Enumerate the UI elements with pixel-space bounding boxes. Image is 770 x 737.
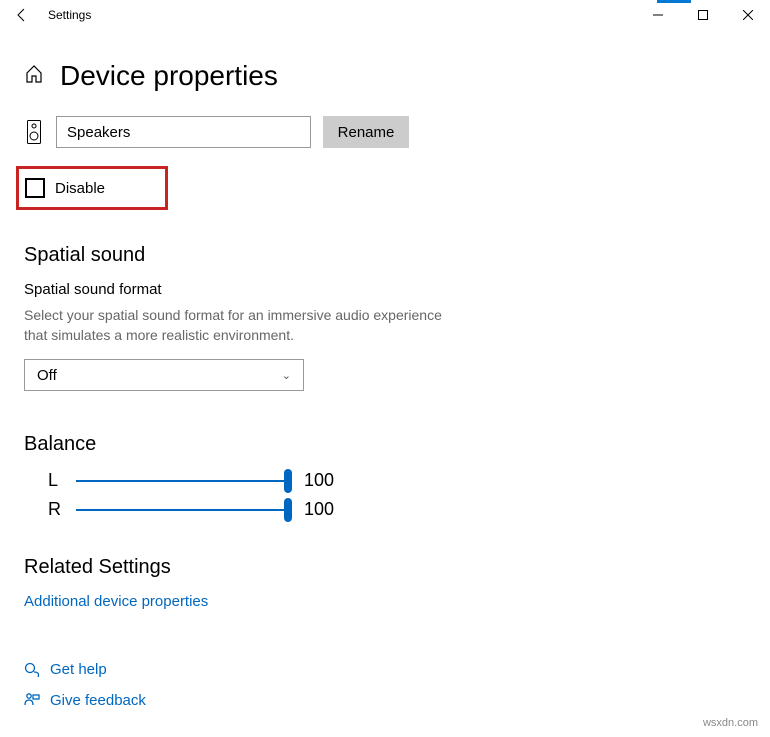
footer-links: Get help Give feedback (24, 661, 146, 723)
balance-right-row: R 100 (24, 499, 746, 520)
minimize-button[interactable] (635, 0, 680, 30)
balance-heading: Balance (24, 433, 746, 456)
speaker-icon (24, 118, 44, 146)
balance-left-label: L (48, 470, 60, 491)
close-button[interactable] (725, 0, 770, 30)
spatial-sound-description: Select your spatial sound format for an … (24, 306, 464, 345)
disable-label: Disable (55, 180, 105, 197)
slider-thumb[interactable] (284, 498, 292, 522)
balance-right-value: 100 (304, 499, 334, 520)
slider-thumb[interactable] (284, 469, 292, 493)
arrow-left-icon (14, 7, 30, 23)
device-row: Rename (24, 116, 746, 148)
close-icon (743, 10, 753, 20)
help-icon (24, 662, 40, 678)
watermark: wsxdn.com (703, 717, 758, 729)
chevron-down-icon: ⌄ (282, 369, 291, 382)
balance-right-label: R (48, 499, 60, 520)
minimize-icon (653, 10, 663, 20)
spatial-sound-subhead: Spatial sound format (24, 281, 746, 298)
back-button[interactable] (0, 0, 44, 30)
home-icon[interactable] (24, 64, 44, 89)
page-title: Device properties (60, 60, 278, 92)
maximize-icon (698, 10, 708, 20)
spatial-sound-select[interactable]: Off ⌄ (24, 359, 304, 391)
balance-left-row: L 100 (24, 470, 746, 491)
rename-button[interactable]: Rename (323, 116, 409, 148)
balance-right-slider[interactable] (76, 509, 288, 511)
related-settings: Related Settings Additional device prope… (24, 556, 746, 610)
related-heading: Related Settings (24, 556, 746, 579)
get-help-link[interactable]: Get help (24, 661, 146, 678)
maximize-button[interactable] (680, 0, 725, 30)
spatial-sound-selected: Off (37, 367, 57, 384)
page-header: Device properties (0, 30, 770, 116)
device-name-input[interactable] (56, 116, 311, 148)
feedback-icon (24, 693, 40, 709)
balance-left-value: 100 (304, 470, 334, 491)
titlebar: Settings (0, 0, 770, 30)
window-title: Settings (44, 8, 91, 22)
disable-checkbox[interactable] (25, 178, 45, 198)
additional-device-properties-link[interactable]: Additional device properties (24, 593, 746, 610)
give-feedback-link[interactable]: Give feedback (24, 692, 146, 709)
disable-highlight: Disable (16, 166, 168, 210)
spatial-sound-heading: Spatial sound (24, 244, 746, 267)
balance-left-slider[interactable] (76, 480, 288, 482)
